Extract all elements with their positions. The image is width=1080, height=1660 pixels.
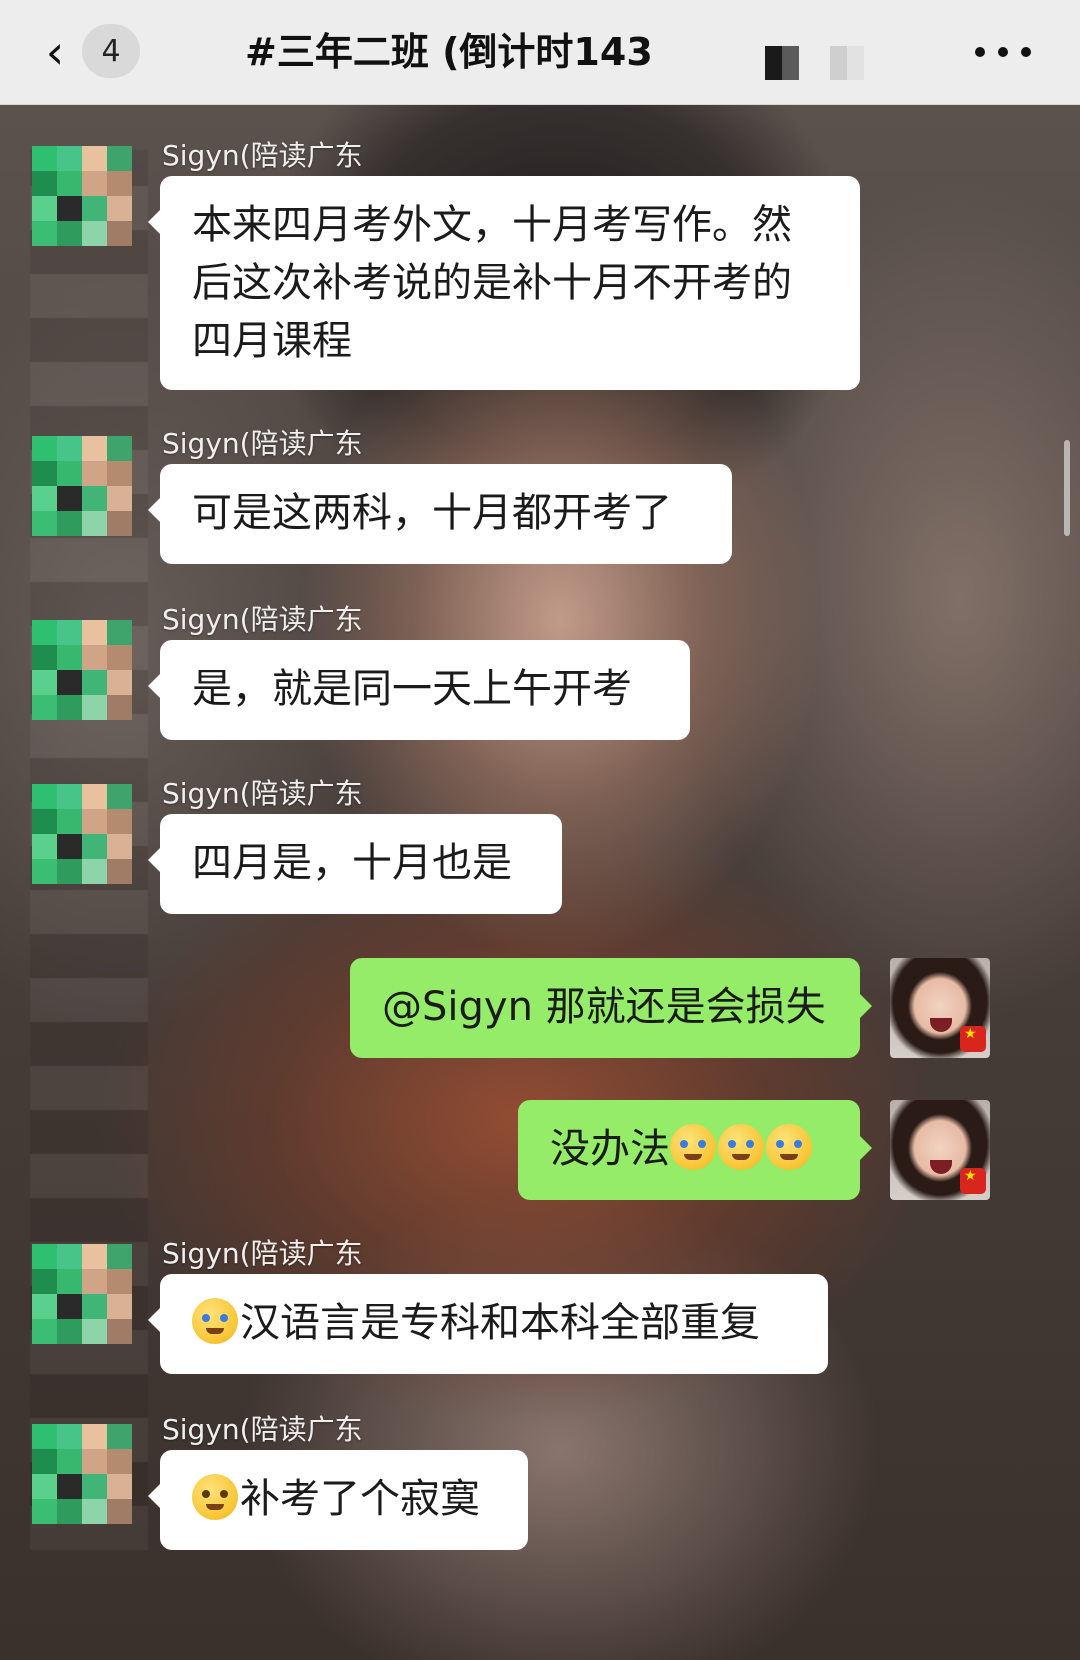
message-bubble[interactable]: 本来四月考外文，十月考写作。然 后这次补考说的是补十月不开考的 四月课程 [148, 176, 860, 390]
message-bubble[interactable]: 是，就是同一天上午开考 [148, 640, 690, 740]
my-avatar[interactable] [890, 1100, 990, 1200]
unread-count-badge[interactable]: 4 [82, 24, 140, 78]
sender-avatar[interactable] [32, 1424, 132, 1524]
crying-emoji-icon [192, 1298, 238, 1344]
chat-title: #三年二班 (倒计时143 [245, 30, 653, 74]
flag-icon [960, 1026, 986, 1052]
crying-emoji-icon [766, 1124, 812, 1170]
sender-name: Sigyn(陪读广东 [162, 1413, 363, 1446]
sender-avatar[interactable] [32, 146, 132, 246]
message-bubble[interactable]: 补考了个寂寞 [148, 1450, 528, 1550]
message-bubble[interactable]: 四月是，十月也是 [148, 814, 562, 914]
message-text: 汉语言是专科和本科全部重复 [240, 1300, 760, 1346]
sender-avatar[interactable] [32, 436, 132, 536]
chat-header: ‹ 4 #三年二班 (倒计时143 [0, 0, 1080, 105]
message-text: 补考了个寂寞 [240, 1476, 480, 1522]
redacted-title-block [765, 46, 799, 80]
more-dots-icon[interactable] [975, 30, 1031, 74]
sad-emoji-icon [192, 1474, 238, 1520]
scrollbar[interactable] [1064, 440, 1070, 536]
crying-emoji-icon [670, 1124, 716, 1170]
my-message-bubble[interactable]: 没办法 [518, 1100, 872, 1200]
sender-name: Sigyn(陪读广东 [162, 427, 363, 460]
sender-avatar[interactable] [32, 1244, 132, 1344]
message-bubble[interactable]: 可是这两科，十月都开考了 [148, 464, 732, 564]
chevron-left-icon[interactable]: ‹ [30, 26, 80, 78]
crying-emoji-icon [718, 1124, 764, 1170]
message-line: 后这次补考说的是补十月不开考的 [192, 260, 792, 306]
message-line: 四月课程 [192, 318, 352, 364]
sender-avatar[interactable] [32, 620, 132, 720]
sender-name: Sigyn(陪读广东 [162, 777, 363, 810]
sender-name: Sigyn(陪读广东 [162, 139, 363, 172]
sender-name: Sigyn(陪读广东 [162, 1237, 363, 1270]
my-message-bubble[interactable]: @Sigyn 那就还是会损失 [350, 958, 872, 1058]
my-avatar[interactable] [890, 958, 990, 1058]
flag-icon [960, 1168, 986, 1194]
message-line: 本来四月考外文，十月考写作。然 [192, 202, 792, 248]
sender-avatar[interactable] [32, 784, 132, 884]
message-text: 没办法 [550, 1126, 670, 1172]
sender-name: Sigyn(陪读广东 [162, 603, 363, 636]
redacted-title-block [830, 46, 864, 80]
message-bubble[interactable]: 汉语言是专科和本科全部重复 [148, 1274, 828, 1374]
